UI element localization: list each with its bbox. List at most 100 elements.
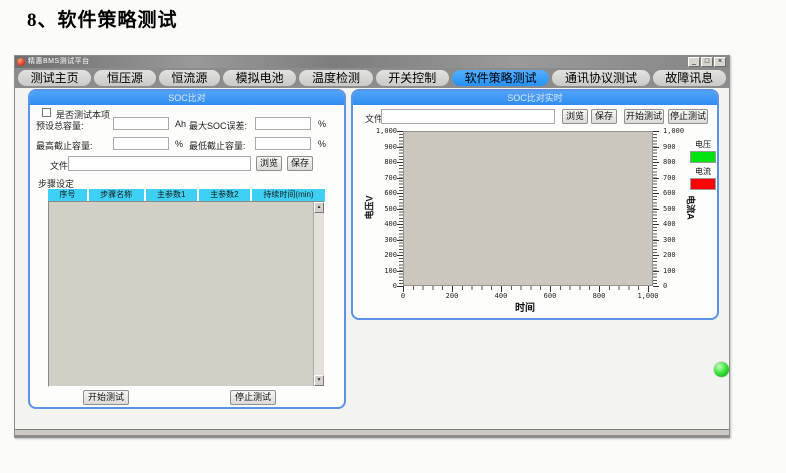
tab-strategy-test[interactable]: 软件策略测试 (452, 70, 549, 86)
y-tick-label-right: 200 (663, 251, 695, 259)
start-test-button[interactable]: 开始测试 (83, 390, 129, 405)
y-tick-label-left: 0 (365, 282, 397, 290)
page-title: 8、软件策略测试 (27, 5, 178, 32)
y-tick-mark (397, 193, 403, 194)
window-titlebar: 精惠BMS测试平台 _ □ × (15, 56, 729, 68)
scroll-down-icon[interactable]: ▼ (314, 375, 324, 386)
tab-cv-source[interactable]: 恒压源 (94, 70, 155, 86)
tab-protocol-test[interactable]: 通讯协议测试 (552, 70, 649, 86)
x-tick-mark (501, 286, 502, 292)
steps-column-header: 主参数1 (146, 189, 197, 201)
x-tick-mark (452, 286, 453, 292)
y-tick-label-left: 1,000 (365, 127, 397, 135)
maximize-button[interactable]: □ (701, 57, 713, 67)
field-input-3[interactable] (255, 137, 311, 150)
soc-realtime-panel: SOC比对实时 文件 浏览 保存 开始测试 停止测试 电压V 电流A 时间 00… (351, 89, 719, 320)
x-tick-label: 400 (486, 292, 516, 300)
minimize-button[interactable]: _ (688, 57, 700, 67)
save-button[interactable]: 保存 (287, 156, 313, 171)
app-window: 精惠BMS测试平台 _ □ × 测试主页恒压源恒流源模拟电池温度检测开关控制软件… (14, 55, 730, 438)
steps-column-header: 序号 (48, 189, 87, 201)
field-input-0[interactable] (113, 117, 169, 130)
y-tick-mark (653, 209, 659, 210)
window-title: 精惠BMS测试平台 (28, 56, 90, 68)
y-tick-label-right: 0 (663, 282, 695, 290)
tab-cc-source[interactable]: 恒流源 (159, 70, 220, 86)
stop-test-button[interactable]: 停止测试 (230, 390, 276, 405)
y-tick-label-right: 300 (663, 236, 695, 244)
y-tick-mark (653, 178, 659, 179)
legend-label: 电压 (689, 139, 717, 150)
field-label: 最大SOC误差: (189, 119, 247, 132)
file-label: 文件 (50, 159, 68, 172)
file-path-input[interactable] (68, 156, 251, 171)
scroll-up-icon[interactable]: ▲ (314, 202, 324, 213)
y-tick-label-right: 1,000 (663, 127, 695, 135)
y-tick-mark (397, 255, 403, 256)
field-label: 最高截止容量: (36, 139, 93, 152)
legend-swatch-current (690, 178, 716, 190)
steps-list[interactable]: ▲ ▼ (48, 201, 325, 387)
x-tick-label: 200 (437, 292, 467, 300)
y-tick-mark (397, 131, 403, 132)
y-tick-mark (397, 271, 403, 272)
field-unit: Ah (175, 119, 186, 129)
y-tick-mark (653, 193, 659, 194)
y-tick-label-left: 300 (365, 236, 397, 244)
tab-switch-control[interactable]: 开关控制 (376, 70, 449, 86)
y-tick-mark (653, 147, 659, 148)
x-axis-label: 时间 (503, 299, 547, 314)
x-tick-mark (403, 286, 404, 292)
steps-column-header: 持续时间(min) (252, 189, 325, 201)
x-tick-label: 1,000 (633, 292, 663, 300)
x-axis-minor-ticks (403, 286, 649, 290)
test-this-item-checkbox[interactable] (42, 108, 51, 117)
x-tick-mark (550, 286, 551, 292)
close-button[interactable]: × (714, 57, 726, 67)
steps-column-header: 主参数2 (199, 189, 250, 201)
green-status-orb-icon[interactable] (714, 362, 729, 377)
y-tick-mark (397, 224, 403, 225)
legend-label: 电流 (689, 166, 717, 177)
field-unit: % (318, 139, 326, 149)
chart-plot-area (403, 131, 653, 286)
field-input-1[interactable] (255, 117, 311, 130)
y-tick-label-left: 600 (365, 189, 397, 197)
y-tick-mark (653, 255, 659, 256)
y-tick-label-right: 100 (663, 267, 695, 275)
x-tick-label: 600 (535, 292, 565, 300)
y-tick-label-right: 400 (663, 220, 695, 228)
x-tick-mark (599, 286, 600, 292)
soc-compare-panel: SOC比对 是否测试本项 预设总容量:Ah最大SOC误差:%最高截止容量:%最低… (28, 89, 346, 409)
legend-swatch-voltage (690, 151, 716, 163)
tab-battery-sim[interactable]: 模拟电池 (223, 70, 296, 86)
window-bottom-edge (15, 429, 729, 437)
steps-scrollbar[interactable]: ▲ ▼ (313, 202, 324, 386)
window-controls: _ □ × (688, 57, 726, 67)
tab-home[interactable]: 测试主页 (18, 70, 91, 86)
browse-button[interactable]: 浏览 (256, 156, 282, 171)
realtime-chart: 电压V 电流A 时间 00100100200200300300400400500… (353, 91, 717, 318)
y-tick-mark (397, 178, 403, 179)
field-input-2[interactable] (113, 137, 169, 150)
steps-table-header: 序号步骤名称主参数1主参数2持续时间(min) (48, 189, 325, 201)
y-tick-mark (653, 131, 659, 132)
y-tick-mark (653, 240, 659, 241)
tab-temp-detect[interactable]: 温度检测 (299, 70, 372, 86)
y-tick-label-right: 500 (663, 205, 695, 213)
x-tick-label: 0 (388, 292, 418, 300)
y-tick-mark (653, 162, 659, 163)
tab-fault-info[interactable]: 故障讯息 (653, 70, 726, 86)
y-tick-label-left: 400 (365, 220, 397, 228)
y-tick-label-left: 800 (365, 158, 397, 166)
x-tick-label: 800 (584, 292, 614, 300)
y-tick-mark (653, 224, 659, 225)
y-tick-mark (397, 162, 403, 163)
y-tick-mark (397, 209, 403, 210)
y-tick-mark (653, 271, 659, 272)
field-unit: % (318, 119, 326, 129)
soc-panel-header: SOC比对 (30, 91, 344, 105)
app-icon (17, 58, 25, 66)
x-tick-mark (648, 286, 649, 292)
y-tick-label-left: 200 (365, 251, 397, 259)
